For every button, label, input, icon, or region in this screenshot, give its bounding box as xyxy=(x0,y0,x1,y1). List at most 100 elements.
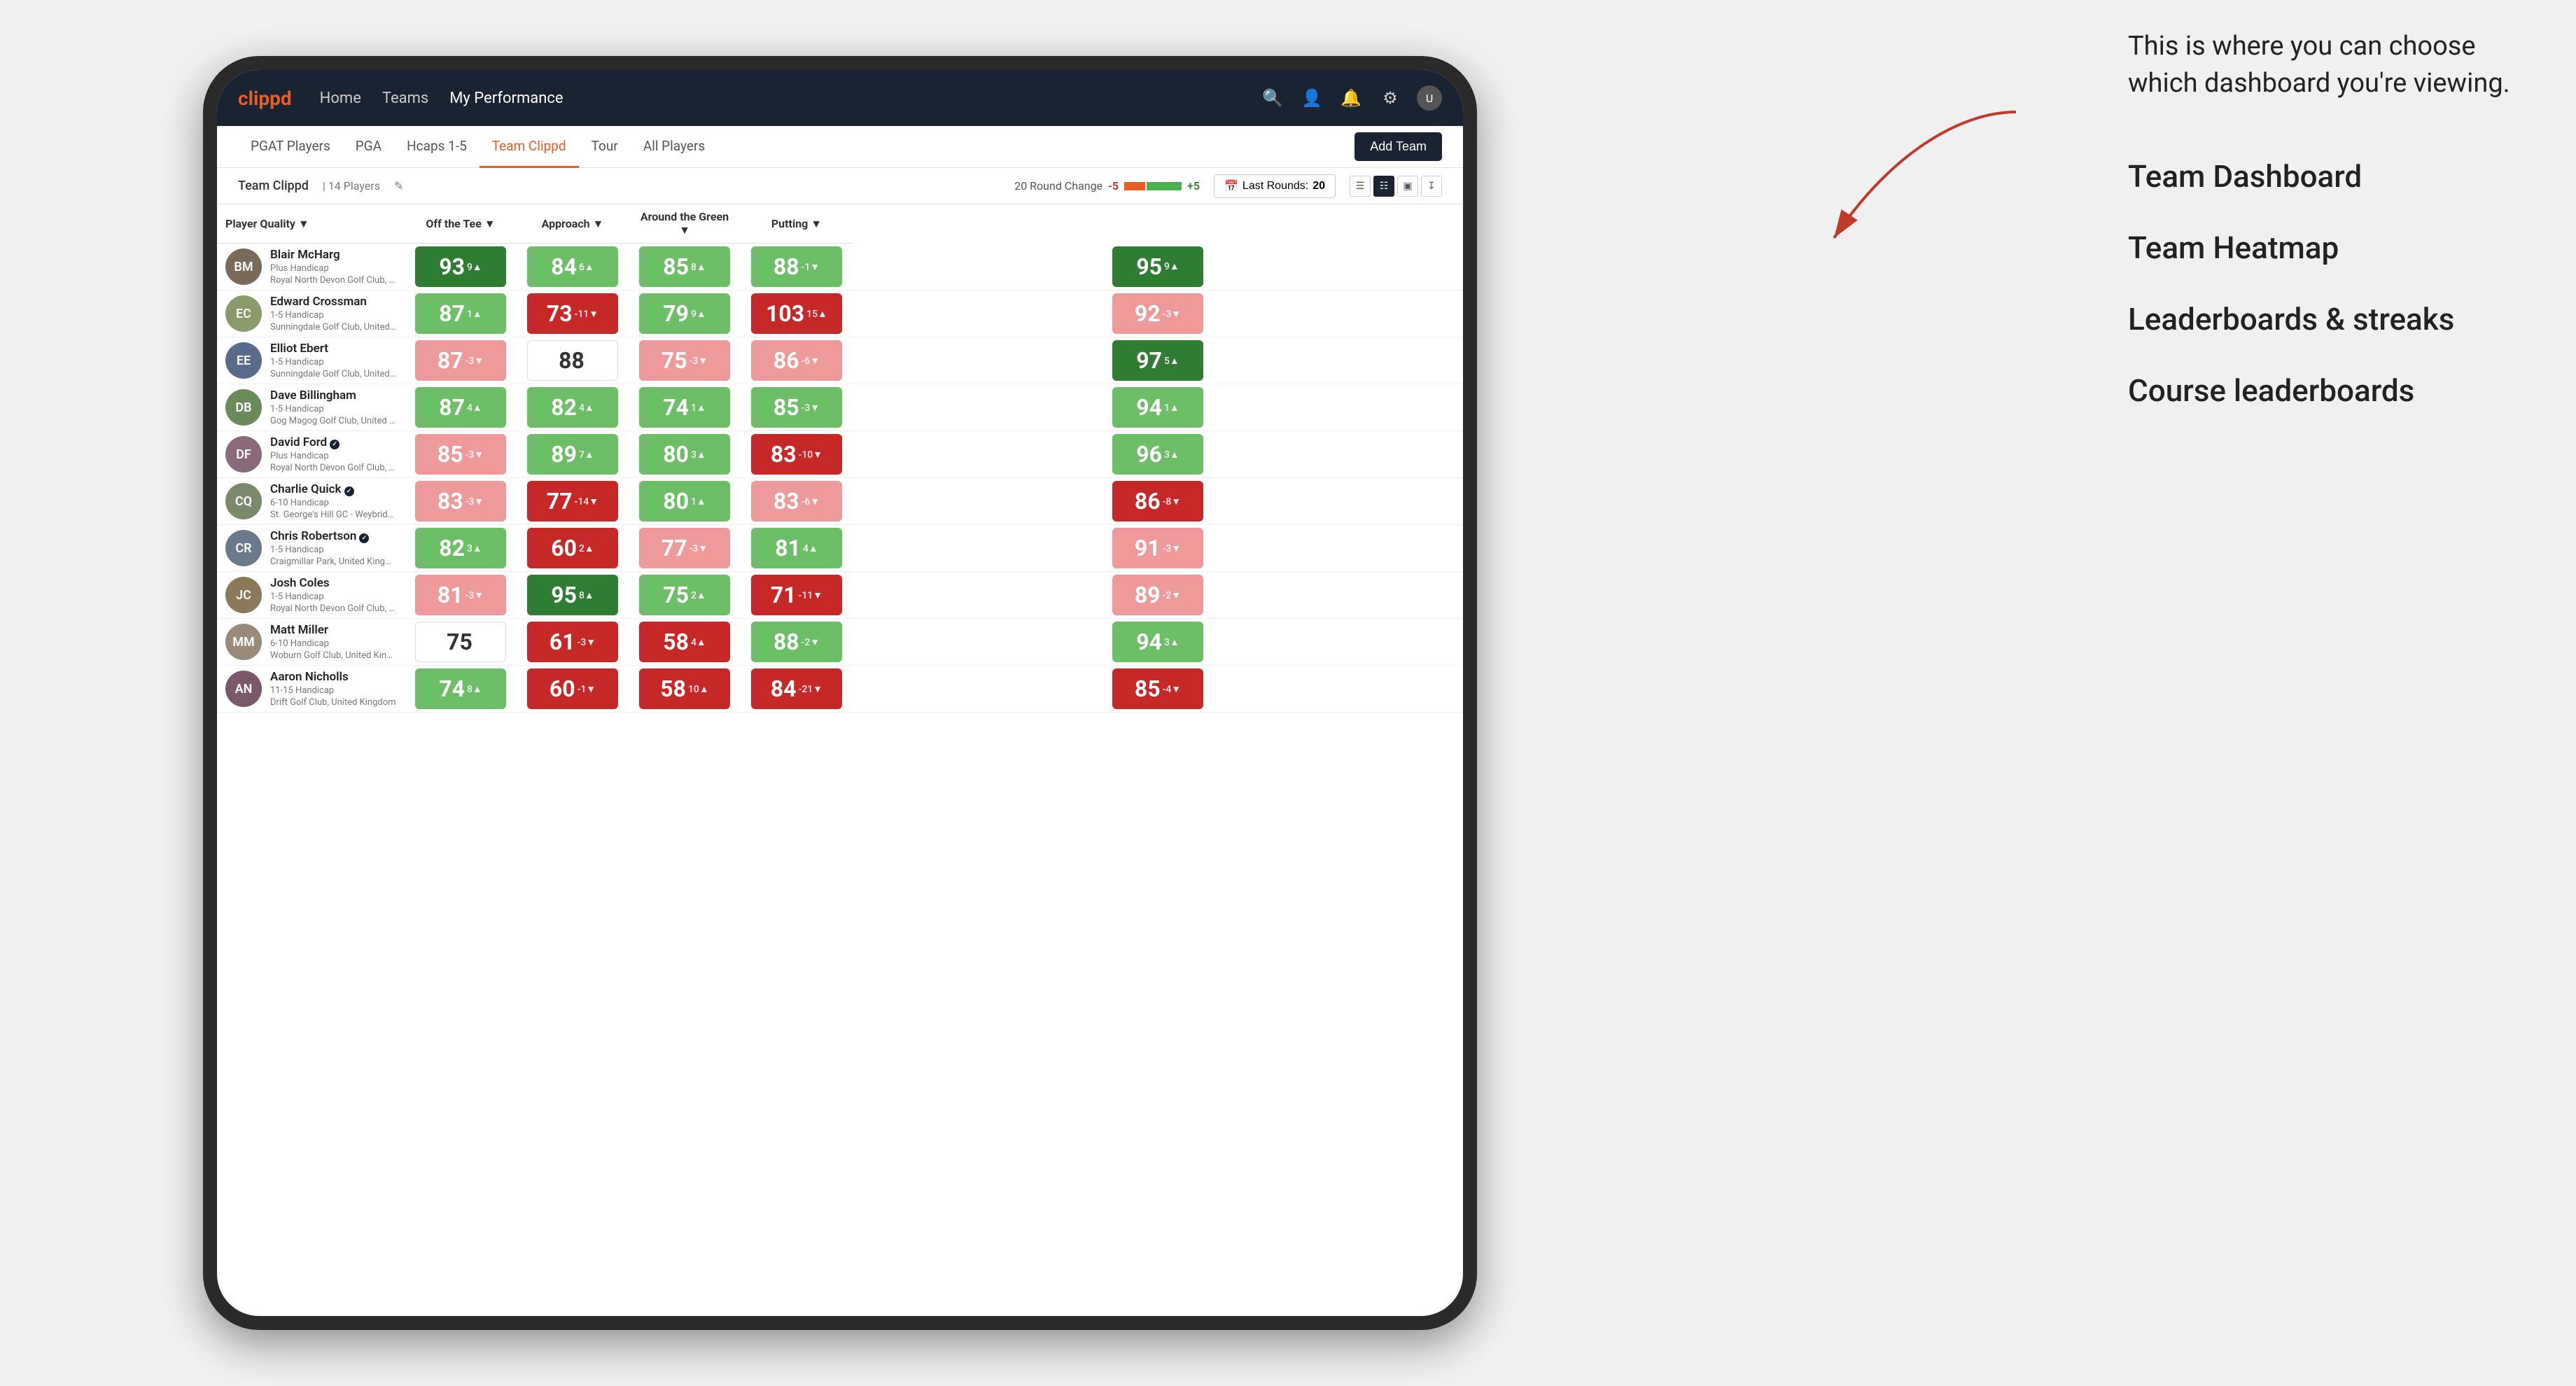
view-list-icon[interactable]: ☰ xyxy=(1350,176,1371,197)
sub-nav-pgat[interactable]: PGAT Players xyxy=(238,126,343,168)
settings-icon[interactable]: ⚙ xyxy=(1378,85,1403,111)
player-handicap: 6-10 Handicap xyxy=(270,638,396,649)
player-cell[interactable]: CR Chris Robertson✓ 1-5 Handicap Craigmi… xyxy=(217,525,405,571)
score-value: 85 xyxy=(774,394,799,421)
nav-item-my-performance[interactable]: My Performance xyxy=(449,90,563,107)
score-value: 75 xyxy=(447,629,472,655)
team-bar: Team Clippd | 14 Players ✎ 20 Round Chan… xyxy=(217,168,1463,204)
score-change: 4▲ xyxy=(803,542,818,554)
col-header-putting: Putting ▼ xyxy=(741,204,853,244)
player-cell[interactable]: CQ Charlie Quick✓ 6-10 Handicap St. Geor… xyxy=(217,478,405,524)
view-heatmap-icon[interactable]: ▣ xyxy=(1397,176,1418,197)
score-value: 94 xyxy=(1136,629,1162,655)
option-team-dashboard[interactable]: Team Dashboard xyxy=(2128,158,2534,195)
sub-nav-all-players[interactable]: All Players xyxy=(631,126,718,168)
player-club: Gog Magog Golf Club, United Kingdom xyxy=(270,416,396,426)
score-cell: 86 -6▼ xyxy=(741,337,853,384)
player-name: Charlie Quick✓ xyxy=(270,482,396,496)
score-box: 92 -3▼ xyxy=(1112,293,1203,334)
score-value: 87 xyxy=(439,394,465,421)
sub-nav-items: PGAT Players PGA Hcaps 1-5 Team Clippd T… xyxy=(238,126,1354,168)
score-value: 95 xyxy=(1136,253,1162,280)
option-course-leaderboards[interactable]: Course leaderboards xyxy=(2128,372,2534,409)
player-name: Chris Robertson✓ xyxy=(270,529,396,543)
score-value: 84 xyxy=(771,676,797,702)
view-grid-icon[interactable]: ☷ xyxy=(1373,176,1394,197)
avatar[interactable]: U xyxy=(1417,85,1442,111)
sub-nav-pga[interactable]: PGA xyxy=(343,126,394,168)
view-download-icon[interactable]: ↧ xyxy=(1421,176,1442,197)
user-icon[interactable]: 👤 xyxy=(1299,85,1324,111)
score-cell: 92 -3▼ xyxy=(853,290,1463,337)
player-cell[interactable]: EC Edward Crossman 1-5 Handicap Sunningd… xyxy=(217,290,405,337)
score-change: -3▼ xyxy=(465,589,484,601)
search-icon[interactable]: 🔍 xyxy=(1260,85,1285,111)
score-box: 71 -11▼ xyxy=(751,575,842,615)
score-change: -3▼ xyxy=(578,636,596,648)
score-cell: 88 xyxy=(517,337,629,384)
dashboard-options: Team Dashboard Team Heatmap Leaderboards… xyxy=(2128,158,2534,409)
option-leaderboards[interactable]: Leaderboards & streaks xyxy=(2128,301,2534,337)
player-cell[interactable]: DF David Ford✓ Plus Handicap Royal North… xyxy=(217,431,405,477)
score-value: 86 xyxy=(774,347,799,374)
score-cell: 75 -3▼ xyxy=(629,337,741,384)
add-team-button[interactable]: Add Team xyxy=(1354,132,1442,161)
sub-nav-team-clippd[interactable]: Team Clippd xyxy=(479,126,579,168)
player-handicap: Plus Handicap xyxy=(270,263,396,274)
score-box: 82 4▲ xyxy=(527,387,618,428)
score-value: 61 xyxy=(550,629,575,655)
score-box: 83 -3▼ xyxy=(415,481,506,522)
score-box: 95 8▲ xyxy=(527,575,618,615)
player-handicap: 1-5 Handicap xyxy=(270,357,396,368)
player-cell[interactable]: MM Matt Miller 6-10 Handicap Woburn Golf… xyxy=(217,619,405,665)
score-value: 83 xyxy=(438,488,463,514)
verified-icon: ✓ xyxy=(359,533,369,543)
score-cell: 87 -3▼ xyxy=(405,337,517,384)
score-value: 92 xyxy=(1135,300,1161,327)
score-cell: 103 15▲ xyxy=(741,290,853,337)
score-change: 2▲ xyxy=(691,589,706,601)
score-cell: 80 3▲ xyxy=(629,431,741,478)
table-row: MM Matt Miller 6-10 Handicap Woburn Golf… xyxy=(217,619,1463,666)
score-box: 86 -6▼ xyxy=(751,340,842,381)
bell-icon[interactable]: 🔔 xyxy=(1338,85,1364,111)
player-cell[interactable]: AN Aaron Nicholls 11-15 Handicap Drift G… xyxy=(217,666,405,712)
nav-item-home[interactable]: Home xyxy=(320,90,361,107)
option-team-heatmap[interactable]: Team Heatmap xyxy=(2128,230,2534,266)
player-name: Blair McHarg xyxy=(270,248,396,262)
score-change: -3▼ xyxy=(690,542,708,554)
player-cell[interactable]: BM Blair McHarg Plus Handicap Royal Nort… xyxy=(217,244,405,290)
score-change: 3▲ xyxy=(467,542,482,554)
last-rounds-button[interactable]: 📅 Last Rounds: 20 xyxy=(1214,174,1336,198)
score-change: 9▲ xyxy=(467,261,482,273)
score-cell: 88 -1▼ xyxy=(741,244,853,290)
score-change: 15▲ xyxy=(806,308,827,320)
score-cell: 79 9▲ xyxy=(629,290,741,337)
score-value: 74 xyxy=(663,394,689,421)
score-box: 87 -3▼ xyxy=(415,340,506,381)
edit-icon[interactable]: ✎ xyxy=(394,179,403,192)
nav-item-teams[interactable]: Teams xyxy=(382,90,428,107)
score-box: 94 3▲ xyxy=(1112,622,1203,662)
sub-nav-tour[interactable]: Tour xyxy=(579,126,631,168)
score-change: 3▲ xyxy=(691,449,706,461)
verified-icon: ✓ xyxy=(330,440,340,449)
score-change: -4▼ xyxy=(1163,683,1182,695)
score-change: -6▼ xyxy=(802,355,820,367)
player-handicap: 1-5 Handicap xyxy=(270,404,396,414)
player-cell[interactable]: JC Josh Coles 1-5 Handicap Royal North D… xyxy=(217,572,405,618)
score-cell: 83 -10▼ xyxy=(741,431,853,478)
player-cell[interactable]: DB Dave Billingham 1-5 Handicap Gog Mago… xyxy=(217,384,405,430)
score-value: 58 xyxy=(660,676,686,702)
score-cell: 87 1▲ xyxy=(405,290,517,337)
score-box: 103 15▲ xyxy=(751,293,842,334)
score-cell: 87 4▲ xyxy=(405,384,517,431)
score-value: 88 xyxy=(559,347,584,374)
player-info: Elliot Ebert 1-5 Handicap Sunningdale Go… xyxy=(270,342,396,379)
score-cell: 81 4▲ xyxy=(741,525,853,572)
score-box: 75 xyxy=(415,622,506,662)
score-box: 88 -2▼ xyxy=(751,622,842,662)
player-cell[interactable]: EE Elliot Ebert 1-5 Handicap Sunningdale… xyxy=(217,337,405,384)
col-header-around-green: Around the Green ▼ xyxy=(629,204,741,244)
sub-nav-hcaps[interactable]: Hcaps 1-5 xyxy=(394,126,479,168)
